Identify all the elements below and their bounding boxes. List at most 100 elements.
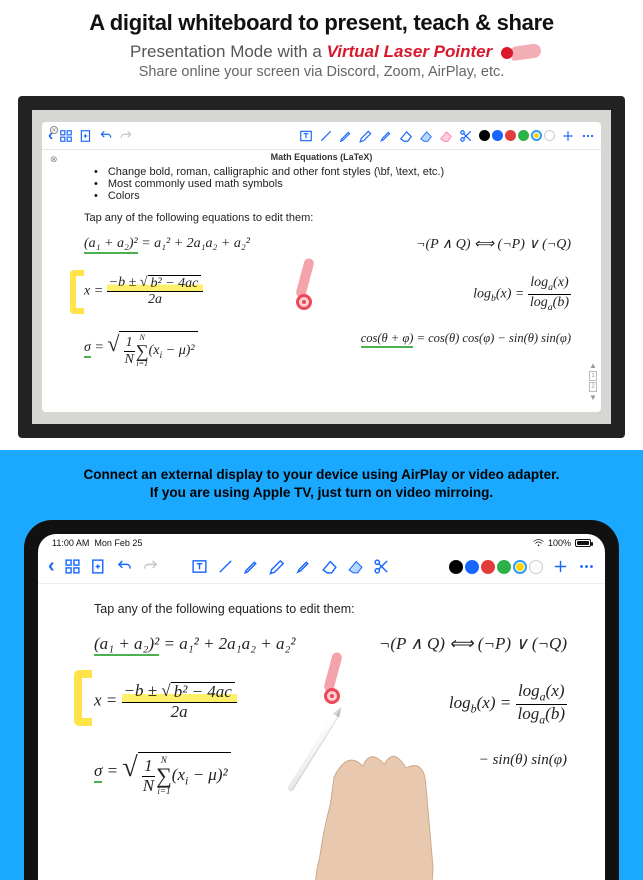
equation-1a[interactable]: (a₁ + a₂)² = a₁² + 2a₁a₂ + a₂² (84, 236, 250, 253)
swatch-red[interactable] (505, 130, 516, 141)
document-body: •Change bold, roman, calligraphic and ot… (42, 162, 601, 368)
marker-icon[interactable] (379, 129, 393, 143)
banner-title: A digital whiteboard to present, teach &… (20, 10, 623, 36)
swatch-black[interactable] (449, 560, 463, 574)
hand-illustration (298, 740, 478, 880)
scissors-icon[interactable] (459, 129, 473, 143)
bullet-text: Change bold, roman, calligraphic and oth… (108, 166, 444, 178)
laser-pointer-icon (300, 258, 310, 298)
color-palette (449, 560, 543, 574)
sub-pre: Presentation Mode with a (130, 42, 327, 61)
swatch-blue[interactable] (492, 130, 503, 141)
equation-2a[interactable]: x = −b ± √b² − 4ac2a (94, 682, 237, 726)
equation-row-2: x = −b ± √b² − 4ac2a logb(x) = loga(x)lo… (84, 275, 571, 313)
pencil-icon[interactable] (359, 129, 373, 143)
bullet-text: Colors (108, 190, 140, 202)
virtual-laser-text: Virtual Laser Pointer (327, 42, 493, 61)
swatch-black[interactable] (479, 130, 490, 141)
color-palette (479, 130, 555, 141)
instruction-line-1: Connect an external display to your devi… (30, 466, 613, 484)
equation-3a[interactable]: σ = √1NN∑i=1(xi − μ)² (84, 331, 198, 368)
highlighter-icon[interactable] (439, 129, 453, 143)
time-text: 11:00 AM (52, 538, 89, 548)
eraser2-icon[interactable] (347, 558, 364, 575)
pen-icon[interactable] (243, 558, 260, 575)
equation-3b[interactable]: cos(θ + φ) = cos(θ) cos(φ) − sin(θ) sin(… (361, 331, 571, 368)
document-body-ipad: Tap any of the following equations to ed… (38, 584, 605, 796)
apps-icon[interactable] (59, 129, 73, 143)
plus-icon[interactable] (561, 129, 575, 143)
back-button[interactable]: ‹ (48, 555, 55, 578)
promo-banner: A digital whiteboard to present, teach &… (0, 0, 643, 88)
add-page-icon[interactable] (79, 129, 93, 143)
banner-subtitle: Presentation Mode with a Virtual Laser P… (20, 42, 623, 62)
page-indicator[interactable]: ▲ 1 2 ▼ (589, 361, 597, 402)
swatch-white[interactable] (529, 560, 543, 574)
swatch-green[interactable] (497, 560, 511, 574)
ipad-frame: 11:00 AM Mon Feb 25 100% ‹ (24, 520, 619, 880)
eraser-icon[interactable] (321, 558, 338, 575)
laser-pointer-icon (328, 652, 338, 692)
swatch-yellow[interactable] (513, 560, 527, 574)
equation-3a[interactable]: σ = √1NN∑i=1(xi − μ)² (94, 752, 231, 796)
eq-text: = a₁² + 2a₁a₂ + a₂² (159, 634, 295, 653)
tv-mockup: ‹ Math Equa (18, 96, 625, 438)
apps-icon[interactable] (64, 558, 81, 575)
plus-icon[interactable] (552, 558, 569, 575)
status-bar: 11:00 AM Mon Feb 25 100% (38, 534, 605, 550)
eq-text: = cos(θ) cos(φ) − sin(θ) sin(φ) (413, 331, 571, 345)
swatch-yellow[interactable] (531, 130, 542, 141)
tap-instruction: Tap any of the following equations to ed… (84, 212, 571, 224)
swatch-blue[interactable] (465, 560, 479, 574)
redo-icon[interactable] (119, 129, 133, 143)
eq-text: x = (84, 284, 107, 299)
swatch-white[interactable] (544, 130, 555, 141)
swatch-green[interactable] (518, 130, 529, 141)
more-icon[interactable] (578, 558, 595, 575)
app-toolbar-ipad: ‹ (38, 550, 605, 584)
ipad-screen: 11:00 AM Mon Feb 25 100% ‹ (38, 534, 605, 880)
equation-2a[interactable]: x = −b ± √b² − 4ac2a (84, 275, 203, 313)
app-toolbar: ‹ (42, 122, 601, 150)
undo-icon[interactable] (99, 129, 113, 143)
eq-text: cos(θ + φ) (361, 331, 414, 348)
yellow-bracket-annotation (70, 270, 84, 314)
wifi-icon (533, 539, 544, 547)
equation-2b[interactable]: logb(x) = loga(x)loga(b) (473, 275, 571, 313)
bullet-3: •Colors (94, 190, 571, 202)
eq-text: (a₁ + a₂)² (94, 634, 159, 653)
instruction-banner: Connect an external display to your devi… (0, 450, 643, 520)
clock-icon[interactable]: ✕ (50, 126, 58, 134)
date-text: Mon Feb 25 (94, 538, 142, 548)
eq-text: = a₁² + 2a₁a₂ + a₂² (138, 236, 250, 251)
pencil-icon[interactable] (269, 558, 286, 575)
equation-row-3: σ = √1NN∑i=1(xi − μ)² cos(θ + φ) = cos(θ… (84, 331, 571, 368)
text-tool-icon[interactable] (191, 558, 208, 575)
battery-icon (575, 539, 591, 547)
equation-1b[interactable]: ¬(P ∧ Q) ⟺ (¬P) ∨ (¬Q) (416, 236, 571, 253)
scissors-icon[interactable] (373, 558, 390, 575)
equation-1b[interactable]: ¬(P ∧ Q) ⟺ (¬P) ∨ (¬Q) (379, 634, 567, 654)
text-tool-icon[interactable] (299, 129, 313, 143)
add-page-icon[interactable] (90, 558, 107, 575)
bullet-text: Most commonly used math symbols (108, 178, 283, 190)
equation-row-1: (a₁ + a₂)² = a₁² + 2a₁a₂ + a₂² ¬(P ∧ Q) … (94, 634, 567, 654)
more-icon[interactable] (581, 129, 595, 143)
line-tool-icon[interactable] (217, 558, 234, 575)
banner-sub2: Share online your screen via Discord, Zo… (20, 64, 623, 80)
page-2[interactable]: 2 (589, 382, 597, 392)
equation-3b[interactable]: − sin(θ) sin(φ) (479, 752, 567, 796)
swatch-red[interactable] (481, 560, 495, 574)
tv-screen: ‹ Math Equa (42, 122, 601, 412)
eraser-icon[interactable] (399, 129, 413, 143)
undo-icon[interactable] (116, 558, 133, 575)
marker-icon[interactable] (295, 558, 312, 575)
pen-icon[interactable] (339, 129, 353, 143)
redo-icon[interactable] (142, 558, 159, 575)
equation-2b[interactable]: logb(x) = loga(x)loga(b) (449, 682, 567, 726)
page-1[interactable]: 1 (589, 371, 597, 381)
equation-1a[interactable]: (a₁ + a₂)² = a₁² + 2a₁a₂ + a₂² (94, 634, 295, 654)
line-tool-icon[interactable] (319, 129, 333, 143)
eraser2-icon[interactable] (419, 129, 433, 143)
eq-text: − sin(θ) sin(φ) (479, 752, 567, 768)
